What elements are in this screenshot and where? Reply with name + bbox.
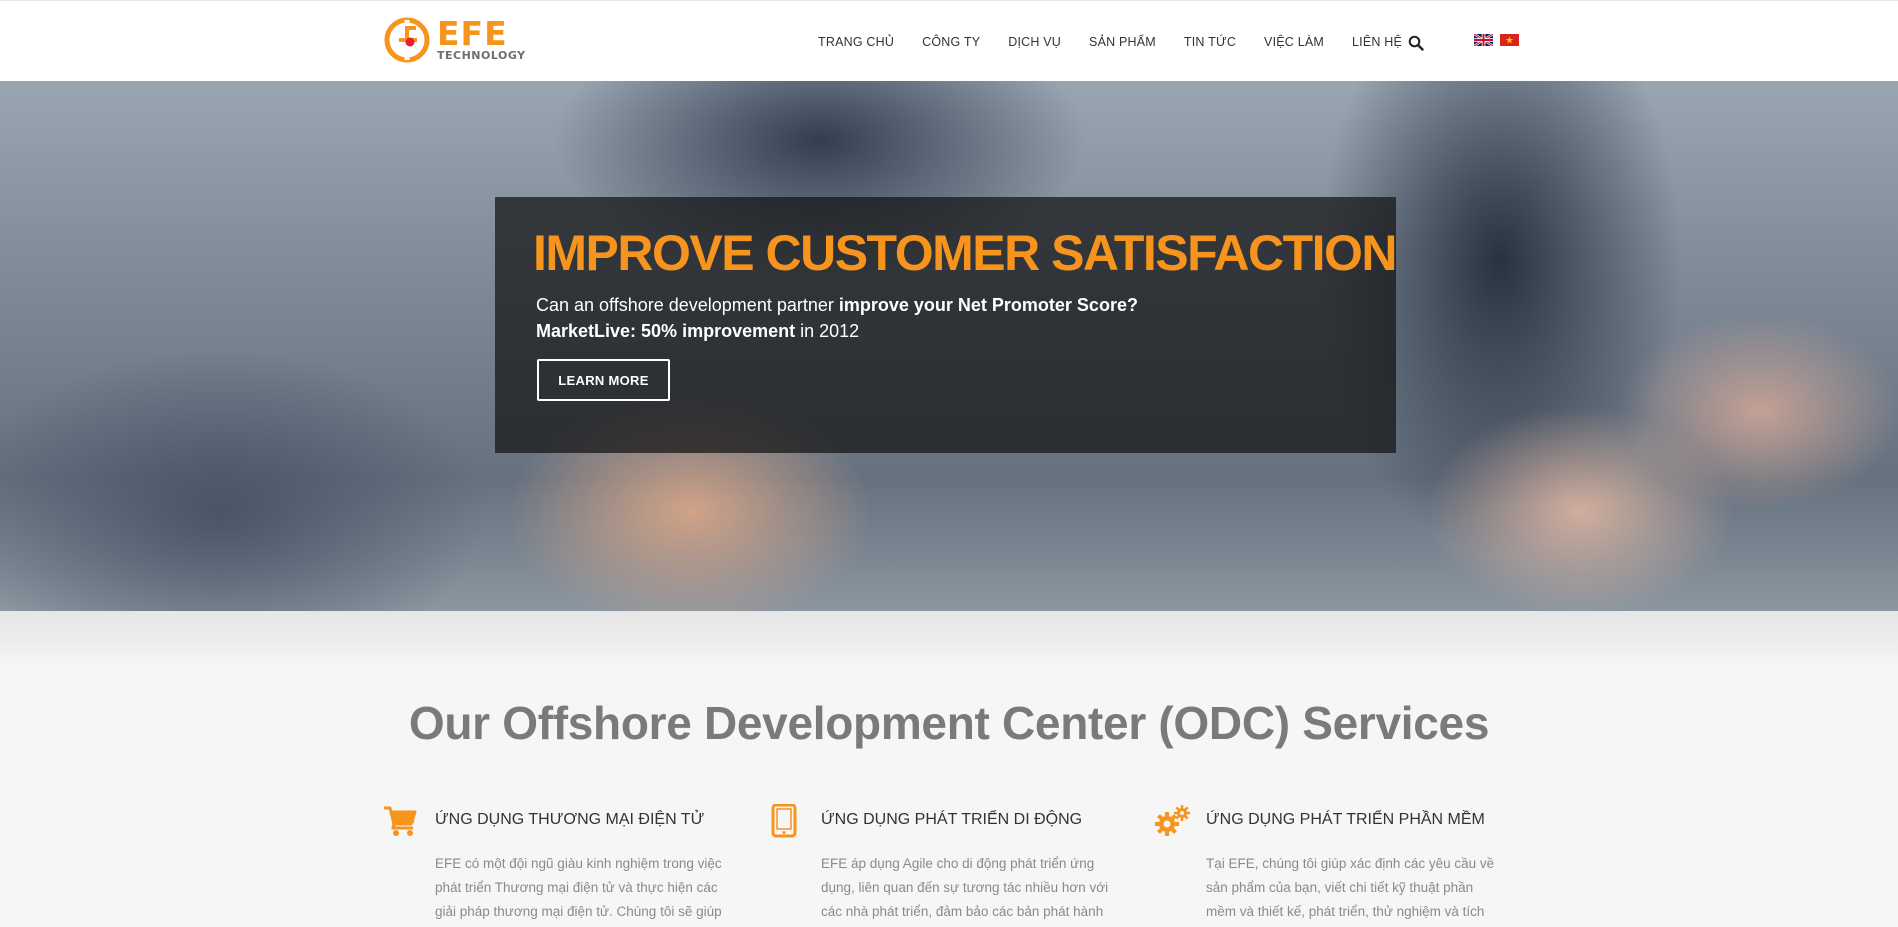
hero-subtitle-line-2: MarketLive: 50% improvement in 2012 [536,321,860,341]
nav-item-contact[interactable]: LIÊN HỆ [1352,35,1402,49]
nav-item-jobs[interactable]: VIỆC LÀM [1264,35,1324,49]
site-header: EFE TECHNOLOGY TRANG CHỦ CÔNG TY DỊCH VỤ… [0,0,1898,81]
vietnam-flag-icon[interactable] [1500,34,1519,46]
hero-caption-box: IMPROVE CUSTOMER SATISFACTION Can an off… [495,197,1398,453]
service-title: ỨNG DỤNG PHÁT TRIỂN PHẦN MỀM [1206,811,1485,828]
english-flag-icon[interactable] [1474,34,1493,46]
service-description: EFE có một đội ngũ giàu kinh nghiệm tron… [435,856,722,919]
mobile-icon [771,804,797,838]
efe-logo-mark-icon [384,17,430,63]
service-title: ỨNG DỤNG PHÁT TRIỂN DI ĐỘNG [821,811,1083,828]
main-nav: TRANG CHỦ CÔNG TY DỊCH VỤ SẢN PHẨM TIN T… [818,1,1430,82]
nav-item-news[interactable]: TIN TỨC [1184,35,1236,49]
service-title: ỨNG DỤNG THƯƠNG MẠI ĐIỆN TỬ [435,811,705,828]
learn-more-button[interactable]: LEARN MORE [537,359,670,401]
nav-item-home[interactable]: TRANG CHỦ [818,35,894,49]
service-description: Tại EFE, chúng tôi giúp xác định các yêu… [1206,856,1495,919]
hero-banner: IMPROVE CUSTOMER SATISFACTION Can an off… [0,81,1898,611]
hero-bottom-fade [0,611,1898,671]
hero-title: IMPROVE CUSTOMER SATISFACTION [533,225,1398,281]
service-description: EFE áp dụng Agile cho di động phát triển… [821,856,1109,919]
nav-item-company[interactable]: CÔNG TY [922,35,980,49]
shopping-cart-icon [384,806,417,836]
nav-item-products[interactable]: SẢN PHẨM [1089,35,1156,49]
efe-logo[interactable]: EFE TECHNOLOGY [383,15,533,65]
hero-subtitle-line-1: Can an offshore development partner impr… [536,295,1138,315]
gears-icon [1155,805,1190,836]
logo-name: EFE [437,14,508,53]
search-icon[interactable] [1408,35,1424,51]
services-heading: Our Offshore Development Center (ODC) Se… [408,697,1490,749]
logo-tagline: TECHNOLOGY [437,49,526,62]
nav-item-services[interactable]: DỊCH VỤ [1008,35,1061,49]
